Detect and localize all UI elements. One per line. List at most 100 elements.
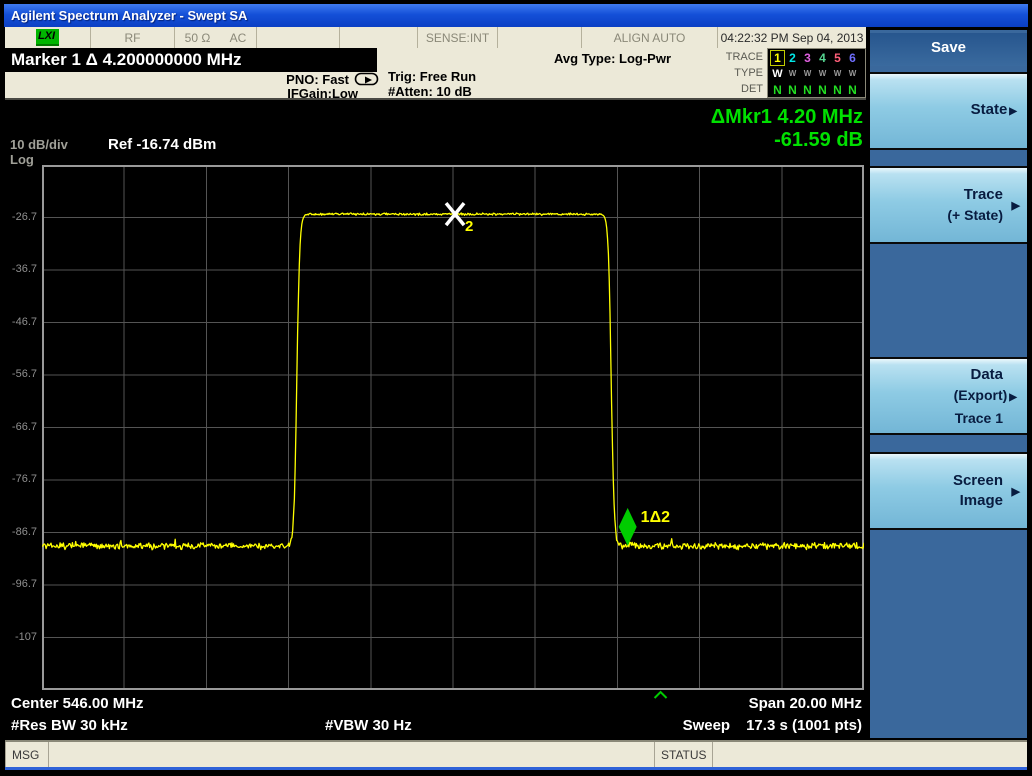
- trigger-block: Trig: Free Run #Atten: 10 dB: [388, 69, 476, 99]
- trace-type-glyph: W: [818, 69, 827, 78]
- trace-type-glyph: W: [848, 69, 857, 78]
- type-row-label: TYPE: [734, 67, 763, 79]
- message-status-bar: MSG STATUS: [5, 740, 1027, 767]
- detector-glyph: N: [848, 83, 857, 97]
- detector-glyph: N: [773, 83, 782, 97]
- trace-number: 4: [819, 51, 826, 65]
- trace-row-label: TRACE: [725, 51, 763, 63]
- trace-numbers-row: 1 2 3 4 5 6: [770, 50, 865, 66]
- softkey-state-button[interactable]: State ▶: [870, 72, 1027, 150]
- rf-status-cell: RF: [91, 27, 175, 48]
- status-text-cell: [713, 742, 1027, 767]
- detector-glyph: N: [788, 83, 797, 97]
- softkey-label: State: [970, 101, 1008, 118]
- softkey-screen-image-button[interactable]: Screen Image ▶: [870, 452, 1027, 530]
- delta-marker-readout: ΔMkr1 4.20 MHz -61.59 dB: [711, 106, 863, 152]
- marker-2-x[interactable]: 2: [444, 202, 473, 235]
- status-empty-cell-3: [498, 27, 582, 48]
- spectrum-plot: 2 1Δ2: [42, 165, 864, 699]
- lxi-badge: LXI: [35, 29, 60, 46]
- avg-type-label: Avg Type: Log-Pwr: [554, 51, 671, 66]
- pno-block: PNO: Fast IFGain:Low: [155, 72, 380, 100]
- impedance-label: 50 Ω: [184, 30, 211, 45]
- sweep-label-group: Sweep 17.3 s (1001 pts): [683, 717, 862, 734]
- softkey-sublabel: (+ State): [947, 207, 1003, 223]
- y-tick-label: -36.7: [11, 263, 37, 275]
- window-title: Agilent Spectrum Analyzer - Swept SA: [11, 8, 248, 23]
- trace-detectors-row: N N N N N N: [770, 82, 865, 98]
- ifgain-label: IFGain:Low: [287, 86, 358, 101]
- softkey-label: Data: [970, 365, 1003, 383]
- y-tick-label: -46.7: [11, 315, 37, 328]
- trace-type-glyph: W: [788, 69, 797, 78]
- submenu-arrow-icon: ▶: [1009, 106, 1017, 117]
- submenu-arrow-icon: ▶: [1011, 200, 1020, 212]
- detector-glyph: N: [833, 83, 842, 97]
- y-tick-label: -56.7: [11, 368, 37, 380]
- softkey-label: Screen: [952, 472, 1003, 489]
- softkey-menu: Save State ▶ Trace (+ State) ▶ Data (Expo…: [868, 30, 1027, 738]
- trace-number: 1: [770, 50, 785, 66]
- delta-marker-freq: ΔMkr1 4.20 MHz: [710, 106, 863, 128]
- ref-level-label: Ref -16.74 dBm: [108, 136, 217, 153]
- marker-position-caret: [653, 690, 668, 699]
- softkey-trace-button[interactable]: Trace (+ State) ▶: [870, 166, 1027, 244]
- bottom-accent-line: [5, 767, 1027, 770]
- trigger-label: Trig: Free Run: [388, 69, 477, 84]
- detector-glyph: N: [803, 83, 812, 97]
- instrument-status-strip: LXI RF 50 Ω AC SENSE:INT ALIGN AUTO 04:2…: [5, 27, 866, 48]
- submenu-arrow-icon: ▶: [1011, 486, 1020, 498]
- sweep-label: Sweep: [682, 717, 731, 734]
- det-row-label: DET: [741, 83, 763, 95]
- y-tick-label: -96.7: [11, 578, 37, 590]
- softkey-data-export-button[interactable]: Data (Export) ▶ Trace 1: [870, 357, 1027, 435]
- status-cell: STATUS: [655, 742, 713, 767]
- y-axis-tick-labels: -26.7 -36.7 -46.7 -56.7 -66.7 -76.7 -86.7 -96.7…: [5, 165, 39, 705]
- softkey-sublabel: (Export): [953, 386, 1008, 403]
- trace-1: [42, 212, 864, 551]
- marker-1-delta-diamond[interactable]: 1Δ2: [618, 507, 670, 546]
- atten-label: #Atten: 10 dB: [388, 84, 472, 99]
- msg-text-cell: [49, 742, 655, 767]
- align-cell: ALIGN AUTO: [582, 27, 718, 48]
- y-tick-label: -26.7: [11, 210, 37, 223]
- msg-cell: MSG: [5, 742, 49, 767]
- delta-marker-ampl: -61.59 dB: [774, 129, 863, 151]
- spectrum-analyzer-window: Agilent Spectrum Analyzer - Swept SA LXI…: [0, 0, 1032, 776]
- trace-number: 3: [804, 51, 811, 65]
- pno-label: PNO: Fast: [286, 71, 349, 87]
- datetime-cell: 04:22:32 PM Sep 04, 2013: [720, 30, 864, 45]
- trace-type-glyph: W: [772, 68, 783, 80]
- detector-glyph: N: [818, 83, 827, 97]
- input-coupling-cell: 50 Ω AC: [175, 27, 257, 48]
- y-tick-label: -107: [14, 630, 37, 643]
- trace-number: 2: [789, 51, 796, 65]
- sweep-value: 17.3 s (1001 pts): [746, 717, 862, 734]
- scale-per-div-label: 10 dB/div: [10, 137, 68, 152]
- y-tick-label: -86.7: [11, 525, 37, 538]
- softkey-sublabel: Trace 1: [954, 409, 1003, 426]
- status-empty-cell-1: [257, 27, 340, 48]
- trace-type-glyph: W: [803, 69, 812, 78]
- submenu-arrow-icon: ▶: [1009, 391, 1017, 403]
- svg-text:1Δ2: 1Δ2: [641, 509, 670, 526]
- res-bw-label: #Res BW 30 kHz: [11, 717, 128, 734]
- lxi-status-cell: LXI: [5, 27, 91, 48]
- vbw-label: #VBW 30 Hz: [325, 717, 412, 734]
- trace-panel-labels: TRACE TYPE DET: [705, 49, 763, 97]
- continuous-sweep-icon: [354, 72, 379, 86]
- window-titlebar[interactable]: Agilent Spectrum Analyzer - Swept SA: [4, 4, 1028, 27]
- sense-cell: SENSE:INT: [418, 27, 498, 48]
- coupling-label: AC: [229, 30, 247, 45]
- trace-number: 6: [849, 51, 856, 65]
- trace-types-row: W W W W W W: [770, 66, 865, 82]
- y-tick-label: -76.7: [11, 473, 37, 485]
- trace-number: 5: [834, 51, 841, 65]
- y-tick-label: -66.7: [11, 420, 37, 433]
- trace-status-box[interactable]: 1 2 3 4 5 6 W W W W W W N N N N N N: [767, 48, 866, 98]
- softkey-label: Image: [959, 492, 1003, 509]
- display-screen: ΔMkr1 4.20 MHz -61.59 dB 10 dB/div Log R…: [5, 100, 866, 740]
- center-freq-label: Center 546.00 MHz: [11, 695, 144, 712]
- softkey-label: Trace: [963, 186, 1003, 203]
- menu-title: Save: [870, 33, 1027, 66]
